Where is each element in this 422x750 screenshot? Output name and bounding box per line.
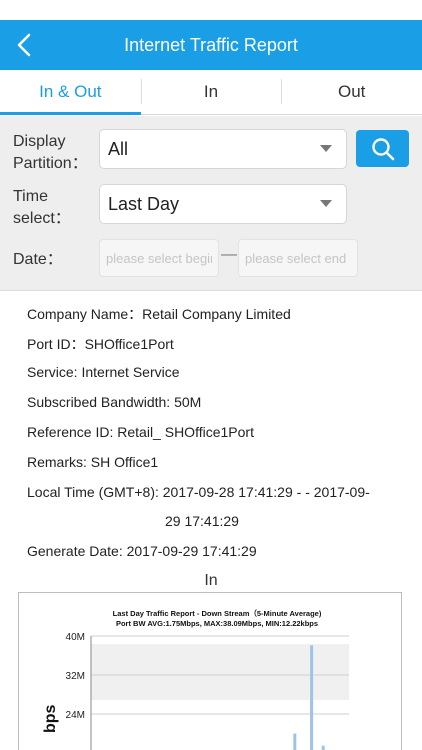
chart-bar-2	[321, 745, 325, 750]
search-icon	[371, 137, 394, 160]
local-time: Local Time (GMT+8): 2017-09-28 17:41:29 …	[27, 484, 370, 500]
display-partition-value: All	[108, 139, 129, 159]
back-button[interactable]	[4, 20, 44, 70]
date-begin-input[interactable]	[99, 239, 219, 277]
page-title: Internet Traffic Report	[124, 35, 298, 55]
generate-date: Generate Date: 2017-09-29 17:41:29	[27, 543, 257, 559]
chart-y-tick-label: 24M	[66, 710, 85, 721]
chart-section-title: In	[204, 572, 218, 589]
chart-title: Last Day Traffic Report - Down Stream（5-…	[113, 608, 322, 618]
chart-y-tick-label: 32M	[66, 671, 85, 682]
tab-in-and-out[interactable]: In & Out	[0, 70, 141, 115]
chevron-down-icon	[320, 200, 332, 207]
company-name: Company Name：Retail Company Limited	[27, 306, 291, 322]
subscribed-bandwidth: Subscribed Bandwidth: 50M	[27, 394, 202, 410]
service: Service: Internet Service	[27, 364, 180, 380]
remarks: Remarks: SH Office1	[27, 454, 159, 470]
tab-out[interactable]: Out	[281, 70, 422, 114]
display-partition-label: Display Partition：	[13, 133, 88, 172]
date-end-input[interactable]	[238, 239, 358, 277]
date-separator: —	[221, 246, 237, 263]
port-id: Port ID：SHOffice1Port	[27, 336, 174, 352]
chart-y-axis-label: bps	[42, 704, 59, 733]
chart-bar-0	[310, 645, 314, 750]
chevron-down-icon	[320, 145, 332, 152]
status-bar	[0, 0, 422, 20]
traffic-chart-svg: Last Day Traffic Report - Down Stream（5-…	[42, 608, 349, 750]
display-partition-select[interactable]: All	[99, 129, 347, 169]
time-select-dropdown[interactable]: Last Day	[99, 184, 347, 224]
app-header: Internet Traffic Report	[0, 20, 422, 70]
back-arrow-icon	[17, 33, 31, 57]
traffic-chart: Last Day Traffic Report - Down Stream（5-…	[18, 592, 402, 750]
chart-y-tick-label: 40M	[66, 632, 85, 643]
date-label: Date：	[13, 251, 63, 268]
chart-bar-1	[293, 733, 297, 750]
tab-in[interactable]: In	[140, 70, 282, 114]
filter-panel: Display Partition： All Time select： Last…	[0, 116, 422, 291]
time-select-label: Time select：	[13, 188, 71, 227]
chart-subtitle: Port BW AVG:1.75Mbps, MAX:38.09Mbps, MIN…	[116, 619, 318, 628]
local-time-continued: 29 17:41:29	[165, 513, 239, 529]
tab-bar: In & Out In Out	[0, 70, 422, 115]
time-select-value: Last Day	[108, 194, 180, 214]
search-button[interactable]	[356, 130, 409, 167]
reference-id: Reference ID: Retail_ SHOffice1Port	[27, 424, 254, 440]
